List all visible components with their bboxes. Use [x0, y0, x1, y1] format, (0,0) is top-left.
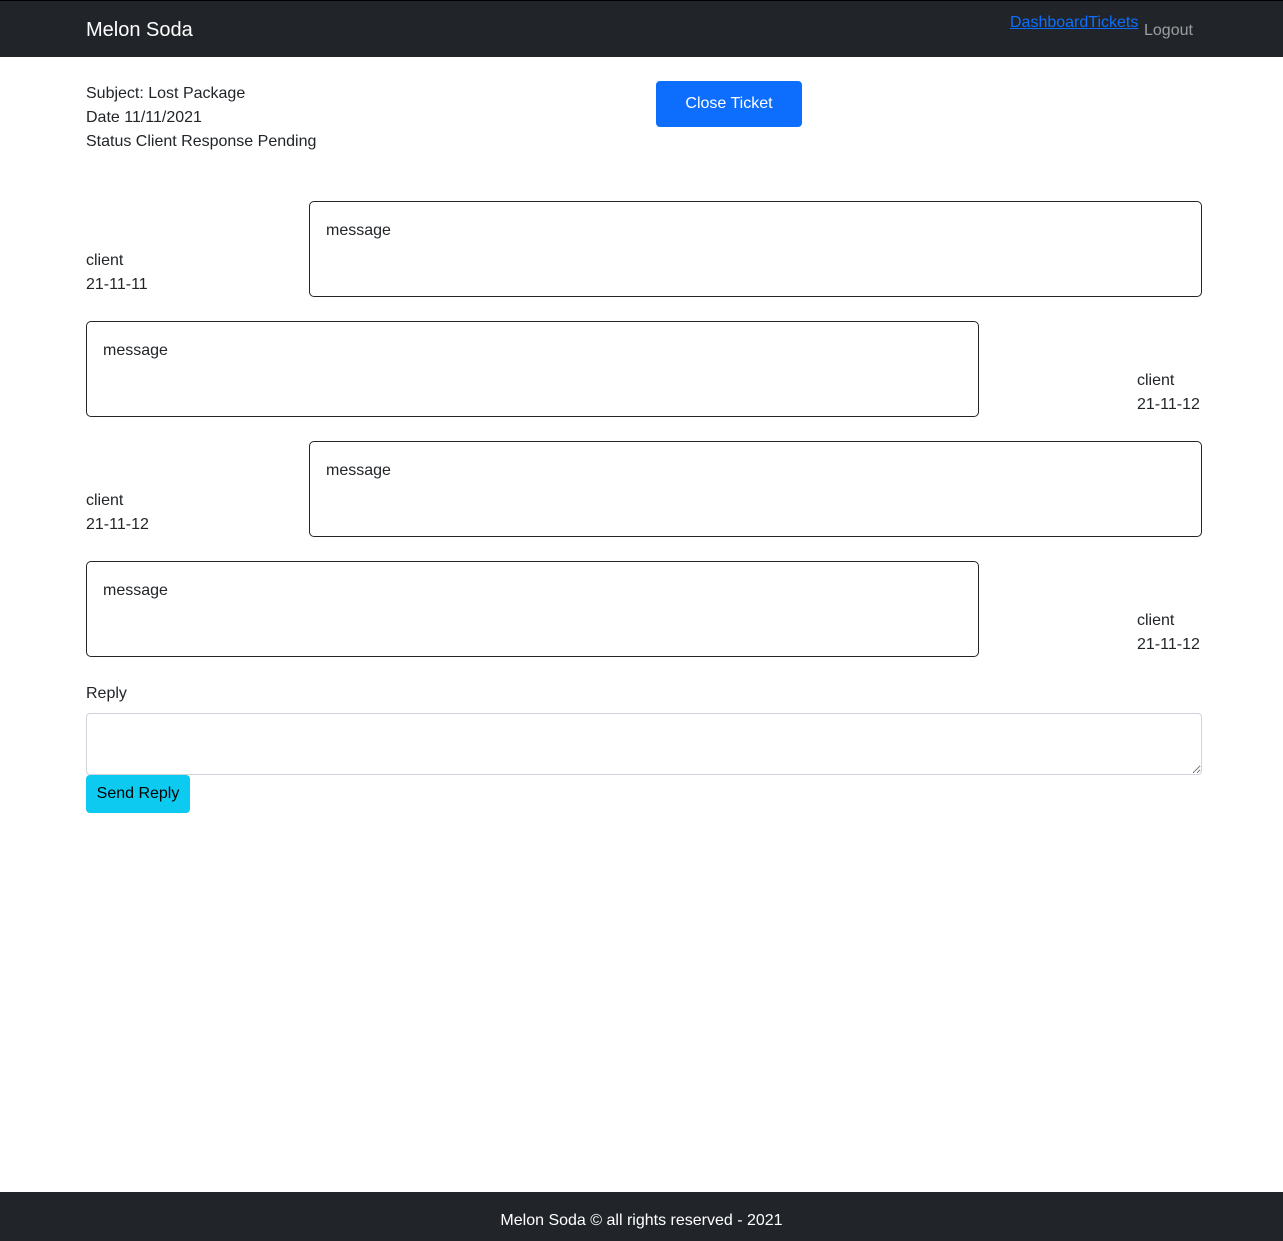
message-box: message [309, 201, 1202, 297]
navbar: Melon Soda DashboardTickets Logout [0, 0, 1283, 57]
footer-text: Melon Soda © all rights reserved - 2021 [500, 1212, 783, 1229]
send-reply-button[interactable]: Send Reply [86, 775, 190, 813]
ticket-subject: Subject: Lost Package [86, 85, 246, 102]
page: Melon Soda DashboardTickets Logout Subje… [0, 0, 1283, 1241]
message-meta: client 21-11-12 [1137, 609, 1200, 657]
ticket-date: Date 11/11/2021 [86, 109, 202, 126]
nav-link-tickets[interactable]: Tickets [1088, 14, 1138, 31]
reply-input[interactable] [86, 713, 1202, 775]
message-box: message [309, 441, 1202, 537]
ticket-info: Subject: Lost Package Date 11/11/2021 St… [86, 82, 316, 154]
message-author: client [86, 492, 124, 509]
brand-link[interactable]: Melon Soda [86, 18, 193, 42]
message-meta: client 21-11-12 [86, 489, 149, 537]
message-box: message [86, 561, 979, 657]
message-meta: client 21-11-12 [1137, 369, 1200, 417]
message-meta: client 21-11-11 [86, 249, 148, 297]
reply-label: Reply [86, 685, 127, 702]
message-text: message [326, 462, 391, 479]
ticket-status: Status Client Response Pending [86, 133, 317, 150]
message-author: client [1137, 612, 1175, 629]
nav-link-dashboard[interactable]: Dashboard [1010, 14, 1088, 31]
message-text: message [326, 222, 391, 239]
message-author: client [1137, 372, 1175, 389]
message-date: 21-11-12 [1137, 636, 1200, 653]
message-date: 21-11-12 [1137, 396, 1200, 413]
footer: Melon Soda © all rights reserved - 2021 [0, 1192, 1283, 1241]
message-author: client [86, 252, 124, 269]
nav-links: DashboardTickets [1010, 13, 1138, 33]
message-box: message [86, 321, 979, 417]
message-date: 21-11-11 [86, 276, 148, 293]
message-date: 21-11-12 [86, 516, 149, 533]
nav-logout[interactable]: Logout [1144, 21, 1193, 41]
message-text: message [103, 342, 168, 359]
close-ticket-button[interactable]: Close Ticket [656, 81, 802, 127]
message-text: message [103, 582, 168, 599]
